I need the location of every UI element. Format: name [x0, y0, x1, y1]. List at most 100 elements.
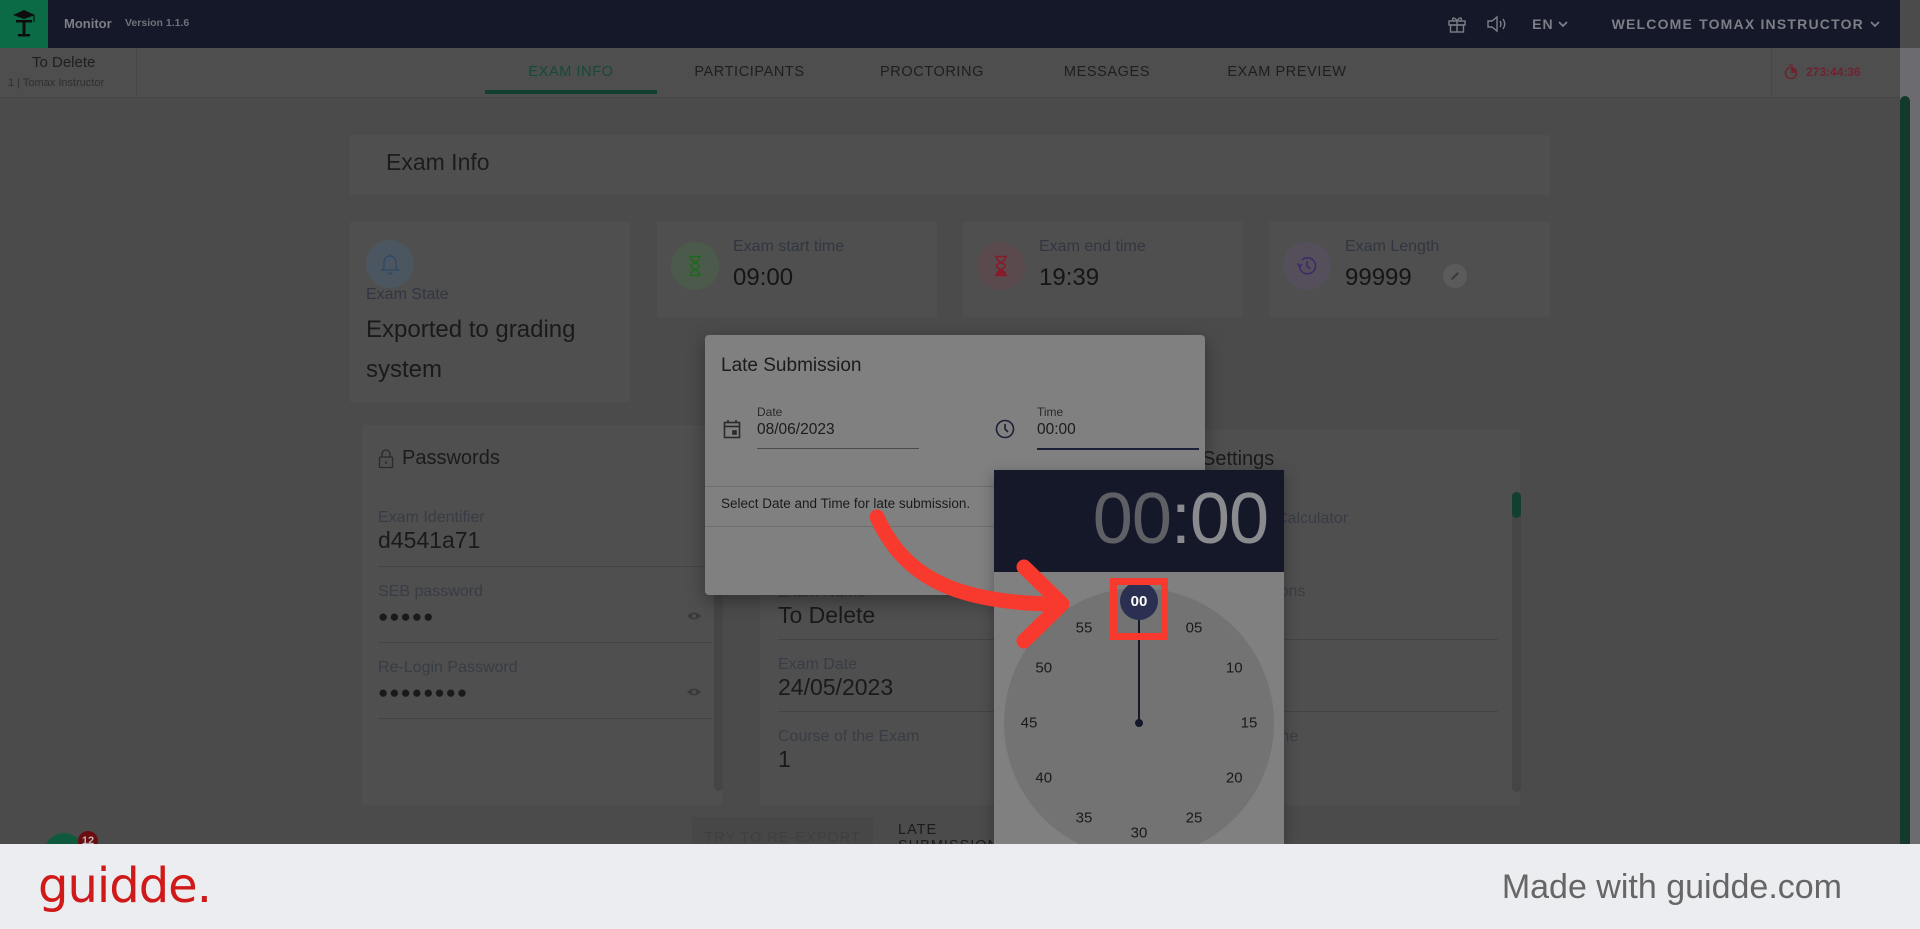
clock-minute-30[interactable]: 30: [1124, 825, 1154, 842]
clock-minute-45[interactable]: 45: [1014, 715, 1044, 732]
exam-identifier-row: Exam Identifier d4541a71: [378, 509, 712, 567]
exam-state-card: Exam State Exported to grading system: [350, 222, 630, 402]
exam-timer: 273:44:36: [1771, 48, 1886, 96]
eye-icon[interactable]: [686, 684, 702, 702]
speaker-icon[interactable]: [1486, 13, 1508, 35]
exam-breadcrumb: To Delete 1 | Tomax Instructor: [0, 48, 137, 96]
picker-minutes[interactable]: 00: [1190, 479, 1269, 559]
clock-minute-55[interactable]: 55: [1069, 619, 1099, 636]
app-version: Version 1.1.6: [125, 17, 190, 29]
date-value[interactable]: 08/06/2023: [757, 421, 835, 439]
dialog-message: Select Date and Time for late submission…: [721, 496, 971, 511]
user-name: TOMAX INSTRUCTOR: [1699, 16, 1864, 32]
language-selector[interactable]: EN: [1532, 16, 1568, 32]
clock-icon: [995, 419, 1015, 444]
stat-label: Exam end time: [1039, 238, 1146, 255]
relogin-password-value: ●●●●●●●●: [378, 683, 469, 702]
exam-subheader: To Delete 1 | Tomax Instructor EXAM INFO…: [0, 48, 1900, 98]
clock-minute-05[interactable]: 05: [1179, 619, 1209, 636]
hourglass-end-icon: [977, 242, 1025, 290]
page-title-panel: Exam Info: [350, 135, 1550, 195]
page-scrollbar[interactable]: [1900, 48, 1920, 844]
app-name: Monitor: [64, 16, 112, 31]
exam-end-card: Exam end time 19:39: [963, 222, 1243, 317]
date-label: Date: [757, 405, 783, 419]
date-underline: [757, 448, 919, 449]
graduation-cap-t-icon: [13, 10, 35, 37]
calendar-icon: [723, 419, 741, 444]
seb-password-label: SEB password: [378, 583, 483, 600]
time-label: Time: [1037, 405, 1064, 419]
clock-minute-20[interactable]: 20: [1219, 770, 1249, 787]
picker-hours[interactable]: 00: [1093, 479, 1172, 559]
top-bar: Monitor Version 1.1.6 EN WELCOME TOMAX I…: [0, 0, 1900, 48]
stat-value: 99999: [1345, 264, 1412, 291]
page-scroll-thumb[interactable]: [1900, 96, 1910, 844]
time-value[interactable]: 00:00: [1037, 421, 1076, 439]
passwords-title-text: Passwords: [402, 447, 500, 469]
dialog-title: Late Submission: [721, 355, 862, 376]
app-logo[interactable]: [0, 0, 48, 48]
tab-exam-info[interactable]: EXAM INFO: [485, 48, 657, 96]
tab-participants[interactable]: PARTICIPANTS: [657, 48, 842, 96]
clock-center: [1135, 719, 1143, 727]
time-picker: 00:00 00 05 10 15 20 25 30 35 40 45 50 55: [994, 470, 1284, 844]
exam-identifier-label: Exam Identifier: [378, 509, 485, 526]
gift-icon[interactable]: [1446, 13, 1468, 35]
tab-messages[interactable]: MESSAGES: [1022, 48, 1192, 96]
seb-password-row: SEB password ●●●●●: [378, 583, 712, 643]
top-right-controls: EN WELCOME TOMAX INSTRUCTOR: [1446, 0, 1880, 48]
lock-icon: [378, 448, 394, 468]
stat-label: Exam start time: [733, 238, 845, 255]
relogin-password-label: Re-Login Password: [378, 659, 518, 676]
user-menu[interactable]: WELCOME TOMAX INSTRUCTOR: [1612, 16, 1880, 32]
exam-state-label: Exam State: [366, 286, 449, 303]
stat-value: 19:39: [1039, 264, 1100, 291]
exam-tabs: EXAM INFO PARTICIPANTS PROCTORING MESSAG…: [485, 48, 1382, 96]
exam-subtitle: 1 | Tomax Instructor: [8, 77, 105, 89]
welcome-label: WELCOME: [1611, 16, 1694, 32]
guidde-logo: guidde.: [38, 858, 212, 914]
picker-separator: :: [1170, 479, 1191, 559]
time-underline: [1037, 448, 1199, 450]
language-label: EN: [1532, 16, 1554, 32]
pencil-icon: [1451, 272, 1459, 280]
stat-label: Exam Length: [1345, 238, 1440, 255]
tab-proctoring[interactable]: PROCTORING: [842, 48, 1022, 96]
eye-icon[interactable]: [686, 608, 702, 626]
time-picker-header: 00:00: [994, 470, 1284, 572]
clock-minute-50[interactable]: 50: [1029, 660, 1059, 677]
chevron-down-icon: [1870, 21, 1880, 28]
tab-exam-preview[interactable]: EXAM PREVIEW: [1192, 48, 1382, 96]
exam-state-value: Exported to grading system: [366, 316, 576, 383]
highlight-box: [1110, 578, 1168, 640]
stopwatch-icon: [1784, 64, 1798, 80]
clock-minute-25[interactable]: 25: [1179, 810, 1209, 827]
exam-length-card: Exam Length 99999: [1269, 222, 1550, 317]
page-title: Exam Info: [386, 149, 490, 175]
clock-minute-10[interactable]: 10: [1219, 660, 1249, 677]
made-with-text: Made with guidde.com: [1501, 868, 1842, 906]
settings-title: Settings: [1202, 448, 1275, 470]
time-picker-display: 00:00: [1093, 478, 1269, 560]
edit-length-button[interactable]: [1443, 264, 1467, 288]
clock-minute-35[interactable]: 35: [1069, 810, 1099, 827]
chevron-down-icon: [1557, 21, 1568, 28]
clock-minute-15[interactable]: 15: [1234, 715, 1264, 732]
timer-value: 273:44:36: [1806, 65, 1861, 79]
hourglass-start-icon: [671, 242, 719, 290]
settings-scrollbar[interactable]: [1512, 492, 1521, 792]
settings-row-calculator: Calculator: [1276, 510, 1349, 527]
guidde-footer: guidde. Made with guidde.com: [0, 844, 1920, 929]
exam-identifier-value: d4541a71: [378, 527, 481, 553]
seb-password-value: ●●●●●: [378, 607, 435, 626]
stat-value: 09:00: [733, 264, 794, 291]
clock-minute-40[interactable]: 40: [1029, 770, 1059, 787]
history-icon: [1283, 242, 1331, 290]
exam-start-card: Exam start time 09:00: [657, 222, 937, 317]
relogin-password-row: Re-Login Password ●●●●●●●●: [378, 659, 712, 719]
bell-icon: [366, 240, 414, 288]
settings-scroll-thumb[interactable]: [1512, 492, 1521, 518]
passwords-panel: Passwords Exam Identifier d4541a71 SEB p…: [362, 425, 723, 805]
passwords-title: Passwords: [378, 447, 500, 470]
